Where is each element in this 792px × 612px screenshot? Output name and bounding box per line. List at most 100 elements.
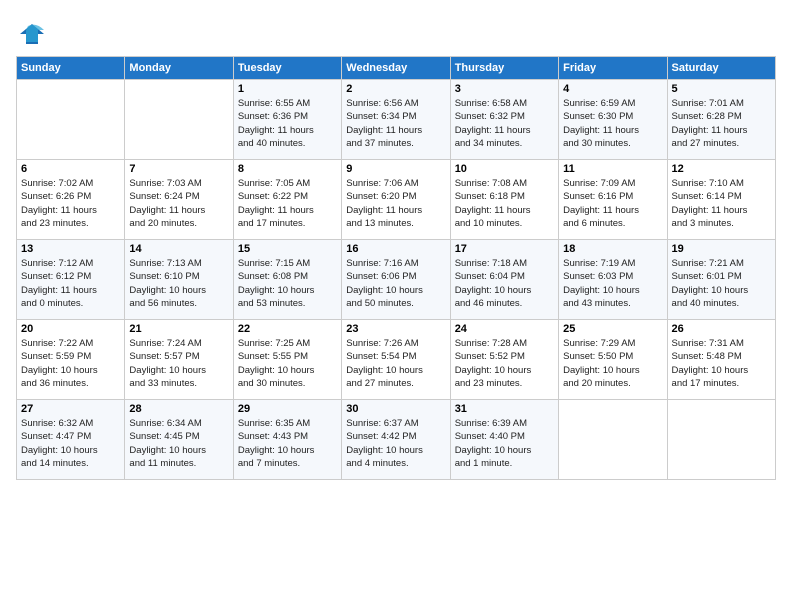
day-number: 10 xyxy=(455,163,554,175)
day-number: 14 xyxy=(129,243,228,255)
day-number: 1 xyxy=(238,83,337,95)
weekday-header-sunday: Sunday xyxy=(17,57,125,80)
calendar-cell: 2Sunrise: 6:56 AM Sunset: 6:34 PM Daylig… xyxy=(342,80,450,160)
calendar-cell: 5Sunrise: 7:01 AM Sunset: 6:28 PM Daylig… xyxy=(667,80,775,160)
calendar-cell xyxy=(125,80,233,160)
day-number: 28 xyxy=(129,403,228,415)
weekday-header-monday: Monday xyxy=(125,57,233,80)
day-info: Sunrise: 7:16 AM Sunset: 6:06 PM Dayligh… xyxy=(346,257,445,310)
day-number: 23 xyxy=(346,323,445,335)
weekday-header-saturday: Saturday xyxy=(667,57,775,80)
day-number: 8 xyxy=(238,163,337,175)
calendar-cell: 25 Sunrise: 7:29 AM Sunset: 5:50 PM Dayli… xyxy=(559,320,667,400)
calendar-cell: 29 Sunrise: 6:35 AM Sunset: 4:43 PM Dayli… xyxy=(233,400,341,480)
calendar-cell: 10 Sunrise: 7:08 AM Sunset: 6:18 PM Dayli… xyxy=(450,160,558,240)
day-info: Sunrise: 7:10 AM Sunset: 6:14 PM Dayligh… xyxy=(672,177,771,230)
day-number: 26 xyxy=(672,323,771,335)
day-info: Sunrise: 7:01 AM Sunset: 6:28 PM Dayligh… xyxy=(672,97,771,150)
calendar-cell xyxy=(559,400,667,480)
day-number: 12 xyxy=(672,163,771,175)
calendar-cell: 27 Sunrise: 6:32 AM Sunset: 4:47 PM Dayli… xyxy=(17,400,125,480)
day-info: Sunrise: 6:56 AM Sunset: 6:34 PM Dayligh… xyxy=(346,97,445,150)
calendar-cell: 9 Sunrise: 7:06 AM Sunset: 6:20 PM Daylig… xyxy=(342,160,450,240)
calendar-cell: 24 Sunrise: 7:28 AM Sunset: 5:52 PM Dayli… xyxy=(450,320,558,400)
day-number: 31 xyxy=(455,403,554,415)
day-info: Sunrise: 7:25 AM Sunset: 5:55 PM Dayligh… xyxy=(238,337,337,390)
calendar-cell: 13 Sunrise: 7:12 AM Sunset: 6:12 PM Dayli… xyxy=(17,240,125,320)
page-header xyxy=(16,16,776,48)
day-info: Sunrise: 7:24 AM Sunset: 5:57 PM Dayligh… xyxy=(129,337,228,390)
calendar-cell: 6 Sunrise: 7:02 AM Sunset: 6:26 PM Daylig… xyxy=(17,160,125,240)
day-number: 9 xyxy=(346,163,445,175)
weekday-header-friday: Friday xyxy=(559,57,667,80)
weekday-header-row: SundayMondayTuesdayWednesdayThursdayFrid… xyxy=(17,57,776,80)
day-info: Sunrise: 7:08 AM Sunset: 6:18 PM Dayligh… xyxy=(455,177,554,230)
calendar-week-row: 20Sunrise: 7:22 AM Sunset: 5:59 PM Dayli… xyxy=(17,320,776,400)
calendar-cell xyxy=(667,400,775,480)
logo xyxy=(16,16,46,48)
day-info: Sunrise: 7:18 AM Sunset: 6:04 PM Dayligh… xyxy=(455,257,554,310)
day-info: Sunrise: 7:12 AM Sunset: 6:12 PM Dayligh… xyxy=(21,257,120,310)
day-number: 18 xyxy=(563,243,662,255)
calendar-cell: 21 Sunrise: 7:24 AM Sunset: 5:57 PM Dayli… xyxy=(125,320,233,400)
calendar-cell: 11 Sunrise: 7:09 AM Sunset: 6:16 PM Dayli… xyxy=(559,160,667,240)
day-number: 29 xyxy=(238,403,337,415)
calendar-cell: 17 Sunrise: 7:18 AM Sunset: 6:04 PM Dayli… xyxy=(450,240,558,320)
day-number: 25 xyxy=(563,323,662,335)
calendar-cell: 16 Sunrise: 7:16 AM Sunset: 6:06 PM Dayli… xyxy=(342,240,450,320)
day-info: Sunrise: 6:39 AM Sunset: 4:40 PM Dayligh… xyxy=(455,417,554,470)
day-info: Sunrise: 7:28 AM Sunset: 5:52 PM Dayligh… xyxy=(455,337,554,390)
day-info: Sunrise: 7:13 AM Sunset: 6:10 PM Dayligh… xyxy=(129,257,228,310)
day-info: Sunrise: 6:34 AM Sunset: 4:45 PM Dayligh… xyxy=(129,417,228,470)
calendar-cell: 30Sunrise: 6:37 AM Sunset: 4:42 PM Dayli… xyxy=(342,400,450,480)
calendar-cell: 19Sunrise: 7:21 AM Sunset: 6:01 PM Dayli… xyxy=(667,240,775,320)
day-info: Sunrise: 7:02 AM Sunset: 6:26 PM Dayligh… xyxy=(21,177,120,230)
day-number: 7 xyxy=(129,163,228,175)
calendar-cell: 4Sunrise: 6:59 AM Sunset: 6:30 PM Daylig… xyxy=(559,80,667,160)
day-info: Sunrise: 7:26 AM Sunset: 5:54 PM Dayligh… xyxy=(346,337,445,390)
day-info: Sunrise: 7:29 AM Sunset: 5:50 PM Dayligh… xyxy=(563,337,662,390)
calendar-table: SundayMondayTuesdayWednesdayThursdayFrid… xyxy=(16,56,776,480)
logo-icon xyxy=(18,20,46,48)
calendar-week-row: 27 Sunrise: 6:32 AM Sunset: 4:47 PM Dayli… xyxy=(17,400,776,480)
day-info: Sunrise: 6:32 AM Sunset: 4:47 PM Dayligh… xyxy=(21,417,120,470)
day-number: 11 xyxy=(563,163,662,175)
calendar-cell: 28 Sunrise: 6:34 AM Sunset: 4:45 PM Dayli… xyxy=(125,400,233,480)
day-number: 6 xyxy=(21,163,120,175)
day-info: Sunrise: 7:15 AM Sunset: 6:08 PM Dayligh… xyxy=(238,257,337,310)
day-info: Sunrise: 6:55 AM Sunset: 6:36 PM Dayligh… xyxy=(238,97,337,150)
day-number: 17 xyxy=(455,243,554,255)
day-info: Sunrise: 6:37 AM Sunset: 4:42 PM Dayligh… xyxy=(346,417,445,470)
day-info: Sunrise: 6:35 AM Sunset: 4:43 PM Dayligh… xyxy=(238,417,337,470)
weekday-header-wednesday: Wednesday xyxy=(342,57,450,80)
calendar-cell: 22Sunrise: 7:25 AM Sunset: 5:55 PM Dayli… xyxy=(233,320,341,400)
day-number: 24 xyxy=(455,323,554,335)
day-number: 27 xyxy=(21,403,120,415)
day-number: 13 xyxy=(21,243,120,255)
weekday-header-tuesday: Tuesday xyxy=(233,57,341,80)
calendar-cell: 18 Sunrise: 7:19 AM Sunset: 6:03 PM Dayli… xyxy=(559,240,667,320)
day-number: 16 xyxy=(346,243,445,255)
calendar-cell: 7Sunrise: 7:03 AM Sunset: 6:24 PM Daylig… xyxy=(125,160,233,240)
calendar-cell: 20Sunrise: 7:22 AM Sunset: 5:59 PM Dayli… xyxy=(17,320,125,400)
day-number: 15 xyxy=(238,243,337,255)
day-info: Sunrise: 6:59 AM Sunset: 6:30 PM Dayligh… xyxy=(563,97,662,150)
calendar-cell: 14 Sunrise: 7:13 AM Sunset: 6:10 PM Dayli… xyxy=(125,240,233,320)
calendar-cell: 23 Sunrise: 7:26 AM Sunset: 5:54 PM Dayli… xyxy=(342,320,450,400)
day-info: Sunrise: 7:19 AM Sunset: 6:03 PM Dayligh… xyxy=(563,257,662,310)
calendar-week-row: 1 Sunrise: 6:55 AM Sunset: 6:36 PM Daylig… xyxy=(17,80,776,160)
day-info: Sunrise: 7:09 AM Sunset: 6:16 PM Dayligh… xyxy=(563,177,662,230)
day-info: Sunrise: 7:06 AM Sunset: 6:20 PM Dayligh… xyxy=(346,177,445,230)
calendar-cell: 12 Sunrise: 7:10 AM Sunset: 6:14 PM Dayli… xyxy=(667,160,775,240)
calendar-cell xyxy=(17,80,125,160)
day-number: 21 xyxy=(129,323,228,335)
calendar-cell: 26 Sunrise: 7:31 AM Sunset: 5:48 PM Dayli… xyxy=(667,320,775,400)
day-info: Sunrise: 7:21 AM Sunset: 6:01 PM Dayligh… xyxy=(672,257,771,310)
calendar-week-row: 13 Sunrise: 7:12 AM Sunset: 6:12 PM Dayli… xyxy=(17,240,776,320)
calendar-week-row: 6 Sunrise: 7:02 AM Sunset: 6:26 PM Daylig… xyxy=(17,160,776,240)
calendar-cell: 3Sunrise: 6:58 AM Sunset: 6:32 PM Daylig… xyxy=(450,80,558,160)
weekday-header-thursday: Thursday xyxy=(450,57,558,80)
calendar-cell: 8Sunrise: 7:05 AM Sunset: 6:22 PM Daylig… xyxy=(233,160,341,240)
day-info: Sunrise: 7:31 AM Sunset: 5:48 PM Dayligh… xyxy=(672,337,771,390)
calendar-cell: 15 Sunrise: 7:15 AM Sunset: 6:08 PM Dayli… xyxy=(233,240,341,320)
